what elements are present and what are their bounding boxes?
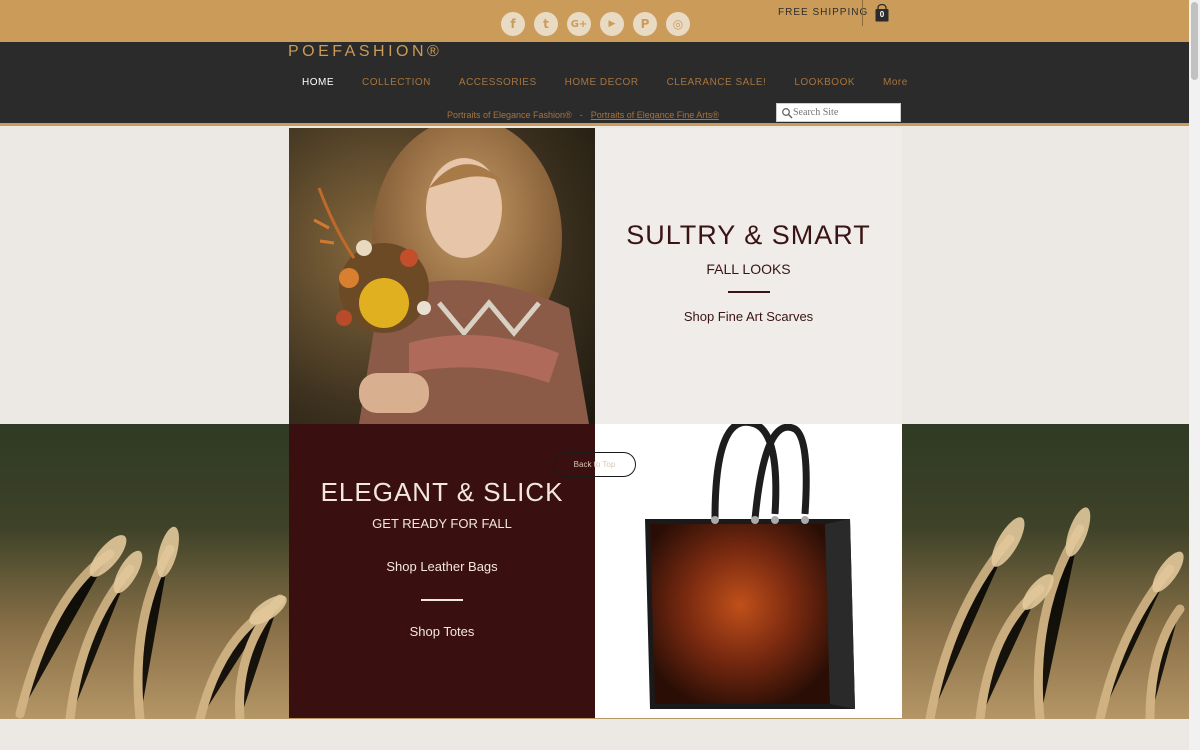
nav-item-more[interactable]: More: [869, 77, 922, 88]
facebook-icon[interactable]: f: [501, 12, 525, 36]
youtube-icon[interactable]: ▶: [600, 12, 624, 36]
woman-bouquet-illustration: [289, 128, 595, 424]
elegant-subtitle: GET READY FOR FALL: [372, 516, 512, 531]
twitter-icon[interactable]: t: [534, 12, 558, 36]
hero-image-woman-bouquet: [289, 128, 595, 424]
page-scrollbar[interactable]: [1189, 0, 1200, 750]
top-bar: f t G+ ▶ P ◎ FREE SHIPPING 0: [0, 0, 1189, 42]
back-to-top-button[interactable]: Back to Top: [553, 452, 636, 477]
hero-sultry-panel: SULTRY & SMART FALL LOOKS Shop Fine Art …: [595, 128, 902, 424]
elegant-divider: [421, 599, 463, 601]
subnav-separator: -: [579, 110, 583, 120]
pinterest-icon[interactable]: P: [633, 12, 657, 36]
instagram-icon[interactable]: ◎: [666, 12, 690, 36]
sultry-title: SULTRY & SMART: [626, 220, 871, 250]
hero-elegant-panel: ELEGANT & SLICK GET READY FOR FALL Shop …: [289, 424, 595, 718]
free-shipping-link[interactable]: FREE SHIPPING: [778, 7, 868, 18]
scrollbar-thumb[interactable]: [1191, 2, 1198, 80]
sultry-subtitle: FALL LOOKS: [706, 261, 791, 277]
tote-bag-illustration: [645, 424, 855, 709]
shop-fine-art-scarves-link[interactable]: Shop Fine Art Scarves: [595, 309, 902, 324]
subnav-link-fashion[interactable]: Portraits of Elegance Fashion®: [447, 110, 572, 120]
cart-count: 0: [879, 10, 885, 19]
sultry-divider: [728, 291, 770, 293]
search-input[interactable]: [793, 104, 898, 121]
shop-leather-bags-link[interactable]: Shop Leather Bags: [289, 559, 595, 574]
nav-item-home[interactable]: HOME: [288, 77, 348, 88]
nav-item-clearance-sale[interactable]: CLEARANCE SALE!: [653, 77, 781, 88]
nav-item-home-decor[interactable]: HOME DECOR: [551, 77, 653, 88]
topbar-divider: [862, 0, 863, 26]
site-logo[interactable]: POEFASHION®: [288, 43, 442, 61]
nav-item-accessories[interactable]: ACCESSORIES: [445, 77, 551, 88]
cart-button[interactable]: 0: [874, 3, 890, 22]
shop-totes-link[interactable]: Shop Totes: [289, 624, 595, 639]
main-nav: HOME COLLECTION ACCESSORIES HOME DECOR C…: [288, 77, 922, 88]
nav-item-lookbook[interactable]: LOOKBOOK: [780, 77, 869, 88]
search-icon: [782, 107, 793, 119]
leather-tote-image: [595, 424, 902, 718]
elegant-title: ELEGANT & SLICK: [320, 477, 564, 507]
social-icons: f t G+ ▶ P ◎: [501, 12, 690, 36]
sub-navigation: Portraits of Elegance Fashion® - Portraits…: [447, 110, 719, 120]
nav-item-collection[interactable]: COLLECTION: [348, 77, 445, 88]
google-plus-icon[interactable]: G+: [567, 12, 591, 36]
subnav-link-fine-arts[interactable]: Portraits of Elegance Fine Arts®: [591, 110, 719, 120]
search-box[interactable]: [776, 103, 901, 122]
main-header: POEFASHION® HOME COLLECTION ACCESSORIES …: [0, 42, 1189, 126]
